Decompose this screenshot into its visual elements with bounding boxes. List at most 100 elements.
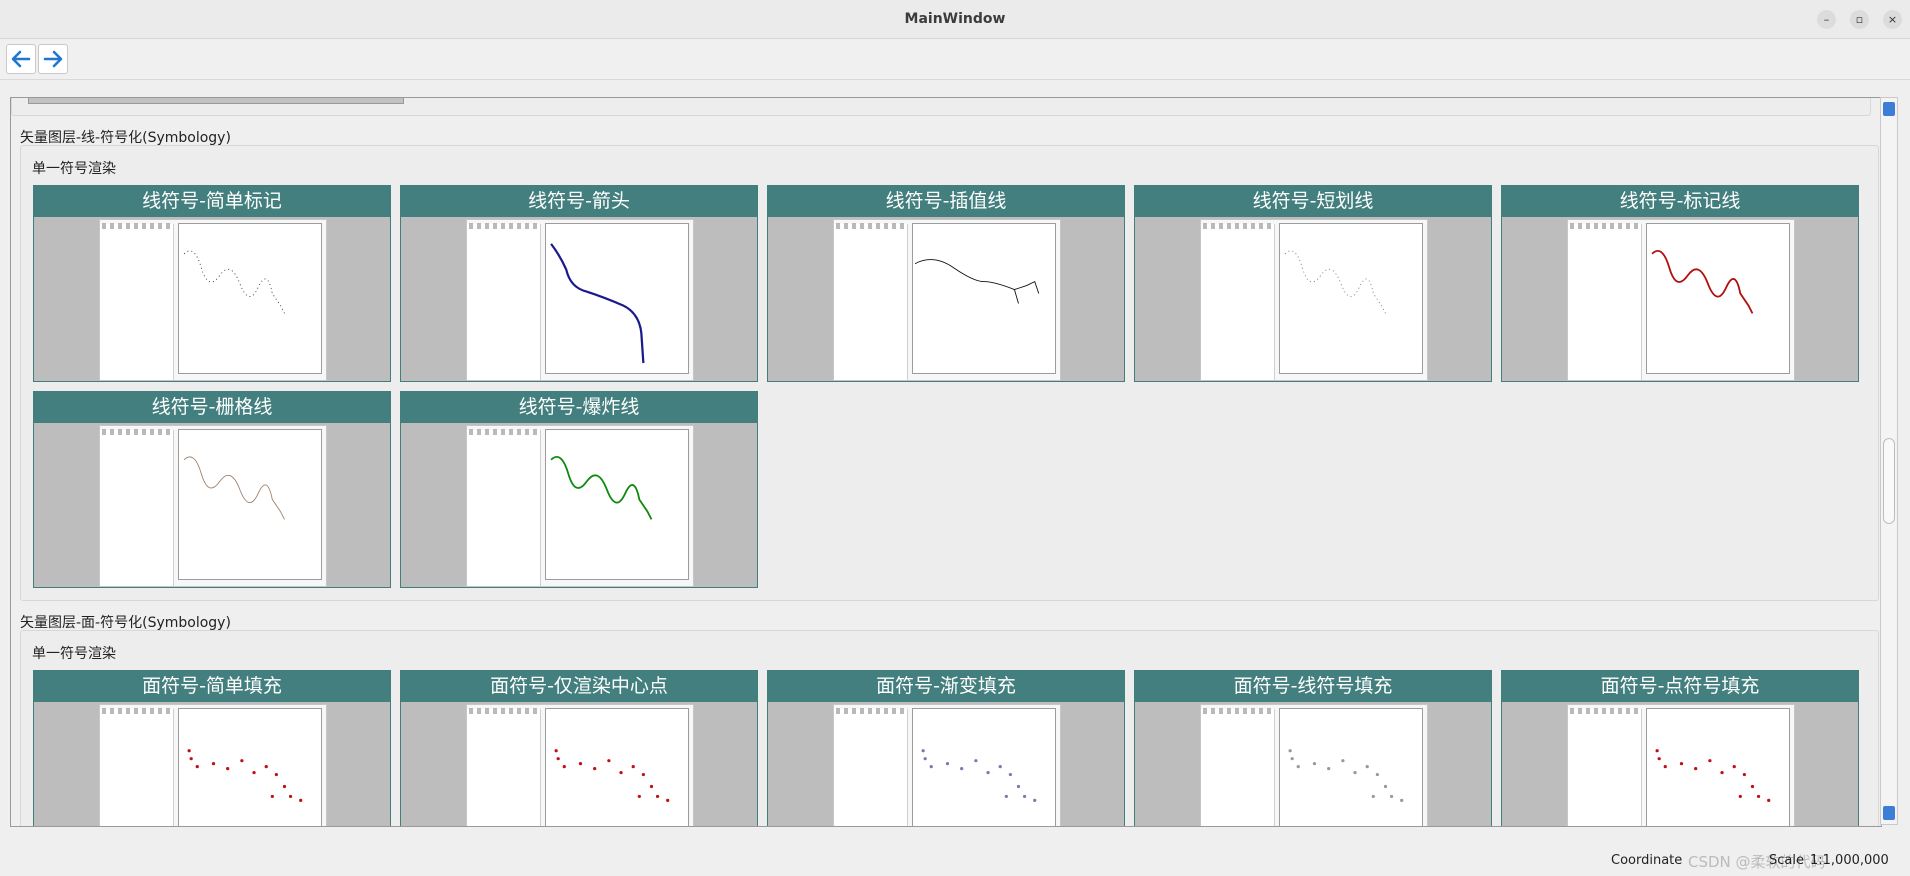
map-preview-graphic: [914, 259, 1040, 304]
scroll-down-arrow-icon[interactable]: [1883, 806, 1895, 820]
symbology-card[interactable]: 线符号-箭头: [400, 185, 758, 382]
map-feature-point: [226, 767, 230, 771]
preview-toolbar: [1570, 223, 1640, 229]
map-feature-point: [1327, 767, 1331, 771]
map-feature-point: [1290, 757, 1294, 761]
map-feature-point: [1371, 794, 1375, 799]
map-feature-point: [264, 765, 268, 769]
map-canvas: [1646, 708, 1790, 826]
close-button[interactable]: ×: [1883, 10, 1902, 29]
map-preview-graphic: [1288, 749, 1404, 802]
symbology-card[interactable]: 面符号-简单填充: [33, 670, 391, 826]
map-preview-graphic: [183, 456, 285, 520]
symbology-card[interactable]: 面符号-点符号填充: [1501, 670, 1859, 826]
map-feature-point: [187, 749, 191, 753]
symbology-card[interactable]: 面符号-渐变填充: [767, 670, 1125, 826]
polygon-symbology-title: 矢量图层-面-符号化(Symbology): [20, 615, 231, 631]
map-feature-point: [211, 762, 216, 766]
preview-toolbar: [469, 708, 539, 714]
map-canvas: [1279, 223, 1423, 374]
map-feature-point: [1400, 798, 1404, 802]
map-line-feature: [183, 456, 285, 520]
gallery-scroll-area[interactable]: 矢量图层-线-符号化(Symbology) 单一符号渲染 线符号-简单标记 线符号…: [10, 97, 1882, 827]
map-canvas: [912, 223, 1056, 374]
map-preview-graphic: [550, 243, 645, 364]
map-feature-point: [1732, 765, 1736, 769]
card-title: 线符号-爆炸线: [401, 392, 757, 423]
map-feature-point: [921, 749, 925, 753]
card-title: 线符号-箭头: [401, 186, 757, 217]
map-feature-point: [1750, 784, 1755, 789]
maximize-button[interactable]: ▫: [1850, 10, 1869, 29]
layer-panel: [100, 430, 174, 586]
map-feature-point: [1008, 772, 1012, 777]
watermark-text: CSDN @柔软的代码: [1688, 853, 1826, 871]
map-canvas: [912, 708, 1056, 826]
symbology-card[interactable]: 线符号-爆炸线: [400, 391, 758, 588]
card-title: 线符号-插值线: [768, 186, 1124, 217]
symbology-card[interactable]: 线符号-简单标记: [33, 185, 391, 382]
map-canvas: [178, 708, 322, 826]
minimize-button[interactable]: –: [1817, 10, 1836, 29]
layer-panel: [100, 709, 174, 826]
map-canvas: [178, 223, 322, 374]
map-feature-point: [1389, 794, 1394, 799]
preview-screenshot: [99, 425, 327, 587]
preview-toolbar: [1203, 223, 1273, 229]
symbology-card[interactable]: 面符号-仅渲染中心点: [400, 670, 758, 826]
map-feature-point: [240, 759, 244, 763]
symbology-card[interactable]: 线符号-插值线: [767, 185, 1125, 382]
layer-panel: [467, 224, 541, 380]
forward-button[interactable]: [38, 44, 68, 74]
card-title: 面符号-渐变填充: [768, 671, 1124, 702]
map-feature-point: [666, 798, 670, 802]
map-feature-point: [998, 765, 1002, 769]
card-title: 线符号-短划线: [1135, 186, 1491, 217]
toolbar: [0, 39, 1910, 80]
map-feature-point: [945, 762, 950, 766]
line-symbology-title: 矢量图层-线-符号化(Symbology): [20, 130, 231, 146]
scroll-up-arrow-icon[interactable]: [1883, 102, 1895, 116]
layer-panel: [1201, 709, 1275, 826]
preview-screenshot: [99, 219, 327, 381]
map-line-feature: [550, 456, 653, 520]
map-preview-graphic: [1655, 749, 1771, 802]
line-single-symbol-title: 单一符号渲染: [32, 161, 116, 177]
scrollbar-thumb[interactable]: [1883, 438, 1895, 524]
symbology-card[interactable]: 线符号-标记线: [1501, 185, 1859, 382]
map-line-feature: [1651, 250, 1754, 314]
symbology-card[interactable]: 线符号-短划线: [1134, 185, 1492, 382]
map-feature-point: [1679, 762, 1684, 766]
vertical-scrollbar[interactable]: [1880, 97, 1898, 825]
layer-panel: [467, 430, 541, 586]
map-feature-point: [556, 757, 560, 761]
map-feature-point: [1663, 765, 1667, 769]
coordinate-label: Coordinate: [1611, 853, 1683, 868]
map-canvas: [178, 429, 322, 580]
back-button[interactable]: [6, 44, 36, 74]
layer-panel: [1568, 709, 1642, 826]
previous-card-edge: [28, 98, 404, 104]
map-preview-graphic: [183, 250, 285, 314]
card-title: 面符号-点符号填充: [1502, 671, 1858, 702]
map-feature-point: [554, 749, 558, 753]
map-feature-point: [299, 798, 303, 802]
map-feature-point: [1756, 794, 1761, 799]
layer-panel: [100, 224, 174, 380]
preview-toolbar: [1570, 708, 1640, 714]
preview-screenshot: [1200, 219, 1428, 381]
map-line-feature: [914, 259, 1040, 304]
scale-value[interactable]: 1:1,000,000: [1810, 853, 1889, 868]
symbology-card[interactable]: 面符号-线符号填充: [1134, 670, 1492, 826]
map-canvas: [1279, 708, 1423, 826]
arrow-left-icon: [11, 50, 31, 68]
map-line-feature: [183, 250, 285, 314]
map-feature-point: [631, 765, 635, 769]
preview-toolbar: [836, 223, 906, 229]
map-feature-point: [986, 770, 990, 775]
preview-screenshot: [1567, 704, 1795, 826]
window-title: MainWindow: [904, 11, 1006, 27]
preview-toolbar: [102, 429, 172, 435]
symbology-card[interactable]: 线符号-栅格线: [33, 391, 391, 588]
map-canvas: [1646, 223, 1790, 374]
